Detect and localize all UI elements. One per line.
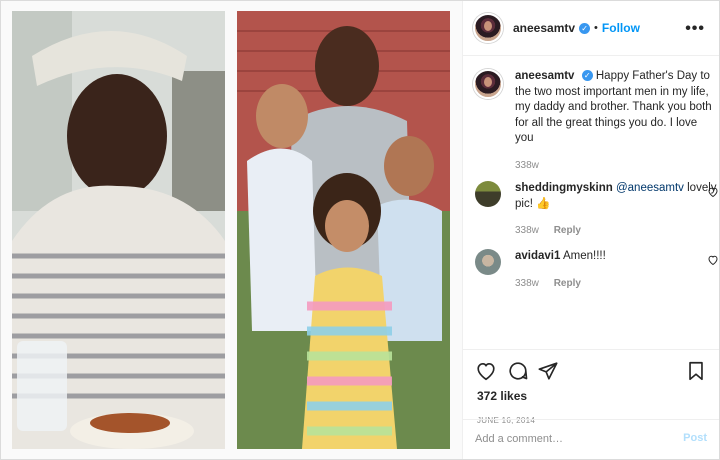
verified-badge-icon: ✓ [579, 22, 591, 34]
comment-text: Amen!!!! [562, 250, 606, 262]
caption-username[interactable]: aneesamtv [515, 70, 574, 82]
post-actions: 372 likes [463, 349, 719, 403]
comment-age: 338w [515, 277, 539, 289]
comment-like-icon[interactable] [707, 254, 719, 266]
instagram-post: aneesamtv ✓ • Follow ••• aneesamtv ✓ Hap… [0, 0, 720, 460]
reply-button[interactable]: Reply [554, 225, 581, 236]
caption-avatar[interactable] [473, 69, 503, 99]
comment-username[interactable]: sheddingmyskinn [515, 182, 613, 194]
more-options-icon[interactable]: ••• [685, 20, 705, 38]
post-comment-button[interactable]: Post [683, 432, 707, 444]
author-avatar[interactable] [473, 13, 503, 43]
comment-username[interactable]: avidavi1 [515, 250, 560, 262]
reply-button[interactable]: Reply [554, 278, 581, 289]
verified-badge-icon: ✓ [581, 70, 593, 82]
caption-age: 338w [515, 159, 539, 171]
comment-mention[interactable]: @aneesamtv [616, 182, 684, 194]
commenter-avatar[interactable] [475, 181, 501, 207]
like-heart-icon[interactable] [475, 360, 497, 382]
post-sidebar: aneesamtv ✓ • Follow ••• aneesamtv ✓ Hap… [462, 1, 719, 459]
save-bookmark-icon[interactable] [685, 360, 707, 382]
share-paper-plane-icon[interactable] [537, 360, 559, 382]
comments-section[interactable]: aneesamtv ✓ Happy Father's Day to the tw… [463, 57, 719, 349]
comment-like-icon[interactable] [707, 186, 719, 198]
photo-father [12, 11, 225, 449]
author-username[interactable]: aneesamtv [513, 21, 575, 35]
follow-button[interactable]: Follow [602, 21, 640, 35]
photo-family [237, 11, 450, 449]
post-header: aneesamtv ✓ • Follow ••• [463, 1, 719, 56]
like-count[interactable]: 372 likes [477, 389, 527, 403]
post-caption: aneesamtv ✓ Happy Father's Day to the tw… [473, 69, 713, 173]
comment-age: 338w [515, 225, 539, 236]
comment-item: avidavi1 Amen!!!! 338w Reply [473, 249, 719, 291]
comment-item: sheddingmyskinn @aneesamtv lovely pic! 👍… [473, 181, 719, 239]
comment-bubble-icon[interactable] [507, 360, 529, 382]
post-media[interactable] [1, 1, 462, 459]
add-comment-input[interactable] [475, 429, 665, 449]
commenter-avatar[interactable] [475, 249, 501, 275]
separator-dot: • [594, 22, 598, 34]
add-comment-bar: Post [463, 419, 719, 459]
